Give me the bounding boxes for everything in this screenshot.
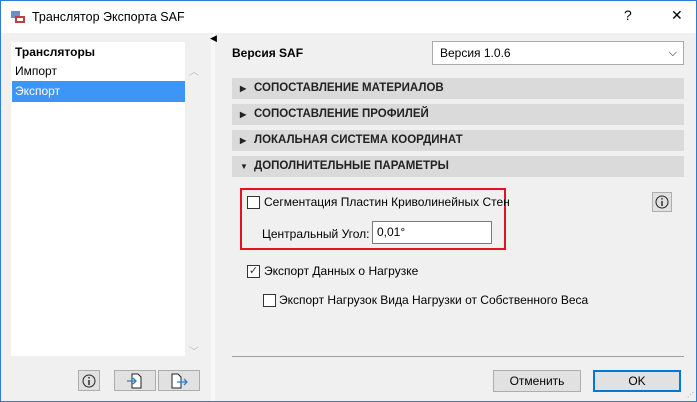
divider: [232, 356, 684, 357]
app-icon: [11, 11, 25, 23]
close-button[interactable]: ✕: [671, 7, 683, 24]
angle-label: Центральный Угол:: [262, 227, 370, 241]
list-item-export[interactable]: Экспорт: [12, 81, 185, 102]
scroll-up-icon[interactable]: ︿: [189, 63, 199, 78]
help-button[interactable]: ?: [624, 7, 632, 23]
title-bar: Транслятор Экспорта SAF ? ✕: [1, 1, 696, 33]
version-label: Версия SAF: [232, 46, 304, 60]
collapse-arrow-icon[interactable]: ◀: [210, 33, 217, 44]
expand-arrow-icon: ▶: [240, 136, 247, 145]
expand-arrow-icon: ▶: [240, 110, 247, 119]
import-button[interactable]: [114, 370, 156, 391]
angle-input[interactable]: 0,01°: [372, 221, 492, 244]
collapse-arrow-icon: ▼: [240, 162, 248, 171]
section-label: ЛОКАЛЬНАЯ СИСТЕМА КООРДИНАТ: [254, 134, 463, 146]
section-label: ДОПОЛНИТЕЛЬНЫЕ ПАРАМЕТРЫ: [254, 160, 449, 172]
version-select[interactable]: Версия 1.0.6 ⌵: [432, 41, 684, 65]
translator-list: Трансляторы Импорт Экспорт: [11, 42, 185, 356]
import-file-icon: [127, 373, 142, 389]
resize-grip-icon[interactable]: ⋰: [687, 391, 694, 399]
version-value: Версия 1.0.6: [440, 46, 511, 60]
ok-button[interactable]: OK: [593, 370, 681, 392]
dialog-window: Транслятор Экспорта SAF ? ✕ Трансляторы …: [0, 0, 697, 402]
cancel-button[interactable]: Отменить: [493, 370, 581, 392]
window-title: Транслятор Экспорта SAF: [32, 10, 185, 24]
list-header: Трансляторы: [15, 45, 96, 59]
info-button[interactable]: [78, 370, 100, 391]
segmentation-checkbox[interactable]: [247, 196, 260, 209]
section-label: СОПОСТАВЛЕНИЕ МАТЕРИАЛОВ: [254, 82, 444, 94]
info-icon: [655, 195, 669, 209]
load-export-label: Экспорт Данных о Нагрузке: [264, 264, 419, 278]
self-weight-label: Экспорт Нагрузок Вида Нагрузки от Собств…: [279, 293, 589, 307]
expand-arrow-icon: ▶: [240, 84, 247, 93]
section-additional-params[interactable]: ▼ ДОПОЛНИТЕЛЬНЫЕ ПАРАМЕТРЫ: [232, 156, 684, 177]
self-weight-checkbox[interactable]: [263, 294, 276, 307]
panel-splitter[interactable]: [211, 34, 215, 401]
chevron-down-icon: ⌵: [668, 47, 677, 59]
segmentation-info-button[interactable]: [652, 192, 672, 212]
section-material-mapping[interactable]: ▶ СОПОСТАВЛЕНИЕ МАТЕРИАЛОВ: [232, 78, 684, 99]
export-button[interactable]: [158, 370, 200, 391]
section-profile-mapping[interactable]: ▶ СОПОСТАВЛЕНИЕ ПРОФИЛЕЙ: [232, 104, 684, 125]
segmentation-label: Сегментация Пластин Криволинейных Стен: [264, 195, 510, 209]
section-label: СОПОСТАВЛЕНИЕ ПРОФИЛЕЙ: [254, 108, 429, 120]
list-item-import[interactable]: Импорт: [12, 61, 185, 82]
section-local-coords[interactable]: ▶ ЛОКАЛЬНАЯ СИСТЕМА КООРДИНАТ: [232, 130, 684, 151]
info-icon: [82, 374, 96, 388]
scroll-down-icon[interactable]: ﹀: [189, 343, 199, 358]
export-file-icon: [171, 373, 188, 389]
load-export-checkbox[interactable]: ✓: [247, 265, 260, 278]
